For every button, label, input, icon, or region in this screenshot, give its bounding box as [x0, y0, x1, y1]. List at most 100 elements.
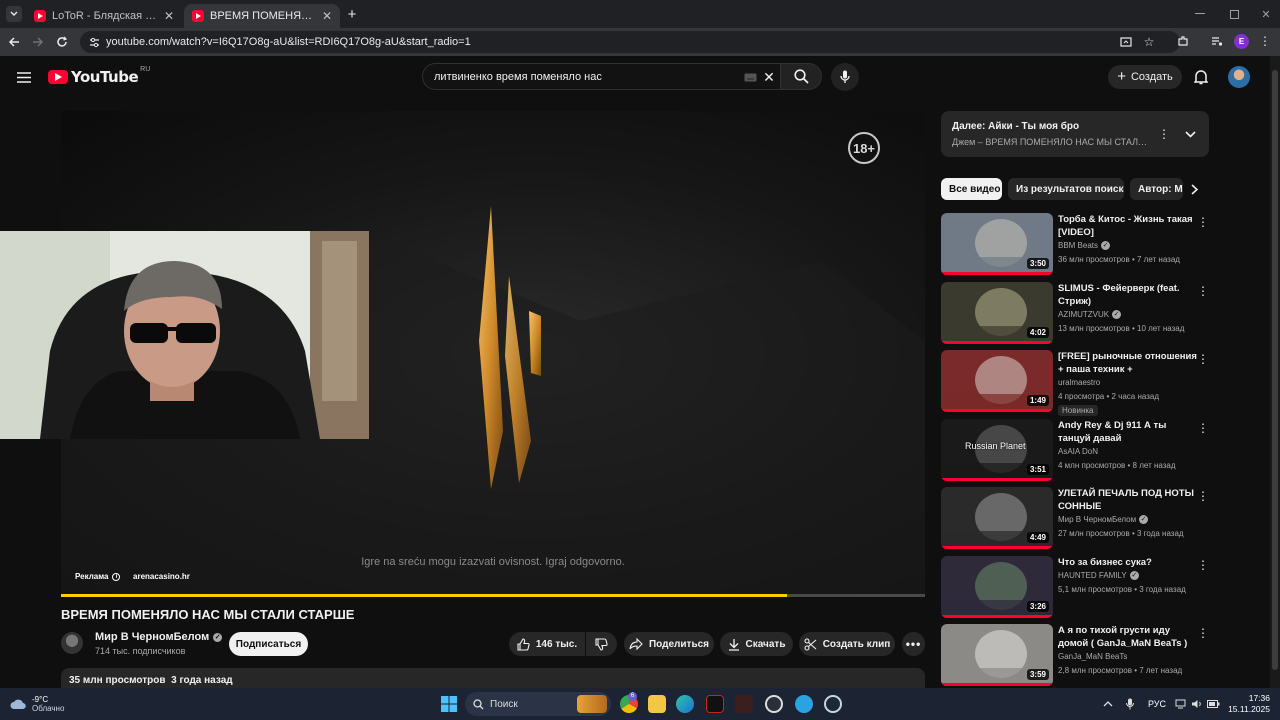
taskbar-search[interactable]: Поиск — [465, 692, 611, 716]
recommendation-item[interactable]: 3:26 Что за бизнес сука? HAUNTED FAMILY ✓ 5,… — [941, 555, 1213, 618]
recommendation-item[interactable]: 1:49 [FREE] рыночные отношения + паша тех… — [941, 350, 1213, 416]
terminal-app-icon[interactable] — [706, 695, 724, 713]
channel-avatar[interactable] — [61, 632, 83, 654]
guide-menu-button[interactable] — [16, 69, 32, 85]
youtube-logo[interactable]: YouTube RU — [48, 66, 150, 86]
recommendation-menu-icon[interactable]: ⋮ — [1197, 489, 1209, 503]
page-scrollbar[interactable] — [1270, 56, 1280, 688]
recommendation-title[interactable]: А я по тихой грусти иду домой ( GanJa_Ma… — [1058, 624, 1198, 650]
up-next-panel[interactable]: Далее: Айки - Ты моя бро Джем – ВРЕМЯ ПО… — [941, 111, 1209, 157]
scrollbar-thumb[interactable] — [1272, 70, 1278, 670]
volume-icon[interactable] — [1190, 697, 1204, 711]
game-app-icon[interactable] — [765, 695, 783, 713]
video-thumbnail[interactable]: 1:49 — [941, 350, 1053, 412]
media-controls-icon[interactable] — [1210, 34, 1224, 48]
recommendation-channel[interactable]: uralmaestro — [1058, 378, 1100, 387]
download-button[interactable]: Скачать — [720, 632, 793, 656]
start-button[interactable] — [440, 695, 458, 713]
browser-menu-icon[interactable]: ⋮ — [1259, 34, 1271, 48]
video-thumbnail[interactable]: 4:49 — [941, 487, 1053, 549]
address-bar[interactable]: youtube.com/watch?v=I6Q17O8g-aU&list=RDI… — [80, 31, 1180, 53]
recommendation-channel[interactable]: Мир В ЧерномБелом ✓ — [1058, 515, 1149, 524]
recommendation-channel[interactable]: BBM Beats ✓ — [1058, 241, 1111, 250]
recommendation-channel[interactable]: HAUNTED FAMILY ✓ — [1058, 570, 1139, 580]
dislike-button[interactable] — [586, 632, 617, 656]
info-icon[interactable]: i — [112, 572, 121, 581]
cast-icon[interactable] — [1120, 36, 1132, 48]
video-thumbnail[interactable]: 4:02 — [941, 281, 1053, 344]
tab-lotor[interactable]: LoToR - Блядская натура - YouT ✕ — [26, 4, 182, 28]
site-info-icon[interactable] — [88, 36, 100, 48]
tab-close-icon[interactable]: ✕ — [164, 9, 174, 23]
recommendation-item[interactable]: 3:59 А я по тихой грусти иду домой ( GanJ… — [941, 624, 1213, 686]
recommendation-channel[interactable]: AZIMUTZVUK ✓ — [1058, 309, 1122, 319]
recommendation-menu-icon[interactable]: ⋮ — [1197, 352, 1209, 366]
chip-from-search[interactable]: Из результатов поиска — [1008, 178, 1124, 200]
like-button[interactable]: 146 тыс. — [509, 632, 585, 656]
language-indicator[interactable]: РУС — [1144, 697, 1170, 711]
recommendation-channel[interactable]: GanJa_MaN BeaTs — [1058, 652, 1127, 661]
video-thumbnail[interactable]: 3:59 — [941, 624, 1053, 686]
telegram-icon[interactable] — [795, 695, 813, 713]
chip-all-videos[interactable]: Все видео — [941, 178, 1002, 200]
create-button[interactable]: + Создать — [1108, 65, 1182, 89]
search-button[interactable] — [780, 63, 822, 90]
weather-widget[interactable]: -9°C Облачно — [10, 693, 80, 715]
subscribe-button[interactable]: Подписаться — [229, 632, 308, 656]
recommendation-item[interactable]: 3:50 Торба & Китос - Жизнь такая [VIDEO] B… — [941, 213, 1213, 275]
file-explorer-icon[interactable] — [648, 695, 666, 713]
forward-button[interactable] — [30, 34, 46, 50]
account-avatar[interactable] — [1228, 66, 1250, 88]
recommendation-menu-icon[interactable]: ⋮ — [1197, 558, 1209, 572]
close-window-button[interactable]: ✕ — [1258, 6, 1274, 22]
minimize-window-button[interactable] — [1192, 6, 1208, 22]
recommendation-item[interactable]: 4:02 SLIMUS - Фейерверк (feat. Стриж) AZIM… — [941, 281, 1213, 344]
recommendation-menu-icon[interactable]: ⋮ — [1197, 215, 1209, 229]
create-clip-button[interactable]: Создать клип — [799, 632, 895, 656]
steam-icon[interactable] — [824, 695, 842, 713]
more-actions-button[interactable]: ••• — [902, 632, 925, 656]
clear-search-icon[interactable]: ✕ — [763, 69, 775, 85]
chrome-app-icon[interactable]: 6 — [620, 692, 638, 713]
notifications-button[interactable] — [1192, 68, 1210, 86]
up-next-menu-icon[interactable]: ⋮ — [1158, 127, 1170, 141]
shield-app-icon[interactable] — [735, 695, 753, 713]
tray-expand-icon[interactable] — [1102, 698, 1114, 710]
share-button[interactable]: Поделиться — [624, 632, 714, 656]
video-thumbnail[interactable]: 3:26 — [941, 555, 1053, 618]
tab-close-icon[interactable]: ✕ — [322, 9, 332, 23]
battery-icon[interactable] — [1206, 697, 1220, 711]
back-button[interactable] — [6, 34, 22, 50]
recommendation-item[interactable]: 4:49 УЛЕТАЙ ПЕЧАЛЬ ПОД НОТЫ СОННЫЕ Мир В Ч… — [941, 487, 1213, 549]
keyboard-icon[interactable] — [743, 72, 757, 82]
chevron-down-icon[interactable] — [1184, 128, 1196, 140]
voice-search-button[interactable] — [831, 63, 859, 91]
recommendation-title[interactable]: Торба & Китос - Жизнь такая [VIDEO] — [1058, 213, 1198, 239]
profile-avatar[interactable]: E — [1234, 34, 1249, 49]
recommendation-menu-icon[interactable]: ⋮ — [1197, 421, 1209, 435]
microphone-icon[interactable] — [1124, 697, 1136, 711]
ad-site-link[interactable]: arenacasino.hr — [133, 572, 190, 581]
clock[interactable]: 17:36 15.11.2025 — [1222, 693, 1270, 715]
video-thumbnail[interactable]: 3:50 — [941, 213, 1053, 275]
tab-current-video[interactable]: ВРЕМЯ ПОМЕНЯЛО НАС МЫ С ✕ — [184, 4, 340, 28]
reload-button[interactable] — [54, 34, 70, 50]
recommendation-title[interactable]: УЛЕТАЙ ПЕЧАЛЬ ПОД НОТЫ СОННЫЕ — [1058, 487, 1198, 513]
recommendation-channel[interactable]: AsAIA DoN — [1058, 447, 1098, 456]
tab-search-button[interactable] — [6, 6, 22, 22]
search-input[interactable]: литвиненко время поменяло нас ✕ — [422, 63, 782, 90]
recommendation-item[interactable]: Russian Planet 3:51 Andy Rey & Dj 911 А ты… — [941, 418, 1213, 481]
recommendation-menu-icon[interactable]: ⋮ — [1197, 626, 1209, 640]
chips-next-button[interactable] — [1187, 182, 1201, 196]
recommendation-title[interactable]: [FREE] рыночные отношения + паша техник … — [1058, 350, 1198, 376]
video-thumbnail[interactable]: Russian Planet 3:51 — [941, 418, 1053, 481]
edge-icon[interactable] — [676, 695, 694, 713]
recommendation-title[interactable]: SLIMUS - Фейерверк (feat. Стриж) — [1058, 282, 1198, 308]
new-tab-button[interactable]: + — [344, 6, 360, 23]
network-icon[interactable] — [1174, 697, 1188, 711]
recommendation-title[interactable]: Что за бизнес сука? — [1058, 556, 1198, 569]
channel-name[interactable]: Мир В ЧерномБелом ✓ — [95, 631, 223, 643]
restore-window-button[interactable] — [1226, 6, 1242, 22]
recommendation-menu-icon[interactable]: ⋮ — [1197, 284, 1209, 298]
bookmark-star-icon[interactable]: ☆ — [1142, 35, 1156, 49]
